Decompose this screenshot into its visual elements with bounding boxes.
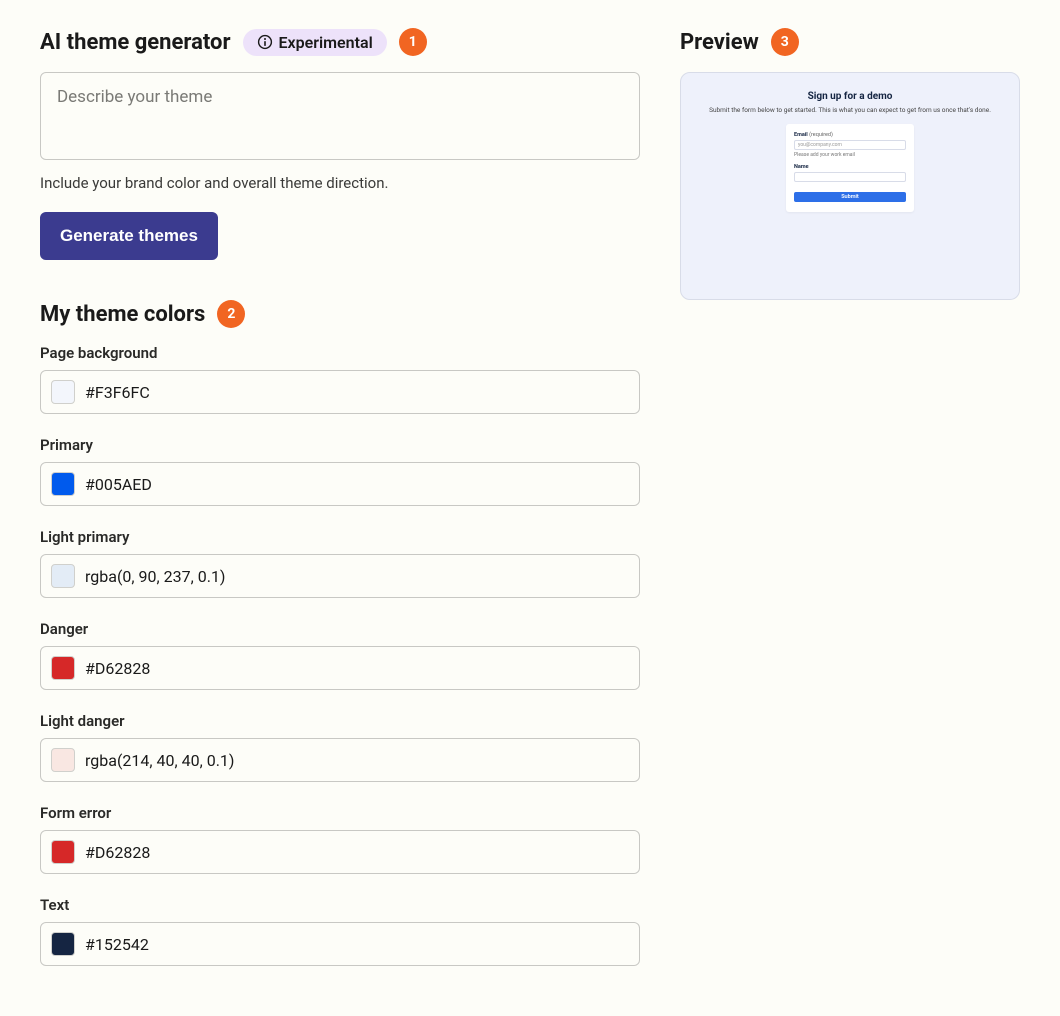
color-swatch[interactable]	[51, 840, 75, 864]
step-marker-2: 2	[217, 300, 245, 328]
color-field: Form error	[40, 804, 640, 874]
color-swatch[interactable]	[51, 748, 75, 772]
color-value-input[interactable]	[85, 843, 629, 862]
preview-section-header: Preview 3	[680, 28, 1020, 56]
color-input[interactable]	[40, 646, 640, 690]
color-value-input[interactable]	[85, 567, 629, 586]
color-field-label: Danger	[40, 620, 640, 638]
preview-form-card: Email (required) you@company.com Please …	[786, 124, 914, 212]
color-swatch[interactable]	[51, 932, 75, 956]
colors-section-header: My theme colors 2	[40, 300, 640, 328]
color-field-label: Page background	[40, 344, 640, 362]
color-value-input[interactable]	[85, 475, 629, 494]
preview-name-input	[794, 172, 906, 182]
preview-subtext: Submit the form below to get started. Th…	[699, 106, 1001, 114]
color-swatch[interactable]	[51, 472, 75, 496]
color-field: Page background	[40, 344, 640, 414]
ai-section-header: AI theme generator Experimental 1	[40, 28, 640, 56]
color-field: Light danger	[40, 712, 640, 782]
color-field-label: Text	[40, 896, 640, 914]
preview-panel: Sign up for a demo Submit the form below…	[680, 72, 1020, 300]
color-field: Primary	[40, 436, 640, 506]
color-swatch[interactable]	[51, 564, 75, 588]
color-field-label: Light danger	[40, 712, 640, 730]
colors-section-title: My theme colors	[40, 302, 205, 327]
experimental-badge: Experimental	[243, 29, 387, 56]
color-input[interactable]	[40, 462, 640, 506]
color-swatch[interactable]	[51, 380, 75, 404]
theme-description-help: Include your brand color and overall the…	[40, 174, 640, 192]
preview-name-label: Name	[794, 164, 906, 170]
preview-heading: Sign up for a demo	[699, 91, 1001, 102]
color-field: Danger	[40, 620, 640, 690]
preview-email-help: Please add your work email	[794, 152, 906, 158]
experimental-badge-label: Experimental	[279, 33, 373, 52]
generate-themes-button[interactable]: Generate themes	[40, 212, 218, 260]
color-field-label: Primary	[40, 436, 640, 454]
preview-section-title: Preview	[680, 30, 759, 55]
ai-section-title: AI theme generator	[40, 30, 231, 55]
color-swatch[interactable]	[51, 656, 75, 680]
preview-submit-button: Submit	[794, 192, 906, 202]
color-field-label: Form error	[40, 804, 640, 822]
color-value-input[interactable]	[85, 935, 629, 954]
color-input[interactable]	[40, 830, 640, 874]
color-value-input[interactable]	[85, 659, 629, 678]
color-input[interactable]	[40, 370, 640, 414]
color-input[interactable]	[40, 738, 640, 782]
color-input[interactable]	[40, 922, 640, 966]
color-field: Light primary	[40, 528, 640, 598]
color-field: Text	[40, 896, 640, 966]
color-input[interactable]	[40, 554, 640, 598]
preview-email-input: you@company.com	[794, 140, 906, 150]
color-value-input[interactable]	[85, 751, 629, 770]
theme-description-input[interactable]	[40, 72, 640, 160]
step-marker-1: 1	[399, 28, 427, 56]
step-marker-3: 3	[771, 28, 799, 56]
preview-email-label: Email (required)	[794, 132, 906, 138]
info-icon	[257, 34, 273, 50]
color-value-input[interactable]	[85, 383, 629, 402]
color-field-label: Light primary	[40, 528, 640, 546]
